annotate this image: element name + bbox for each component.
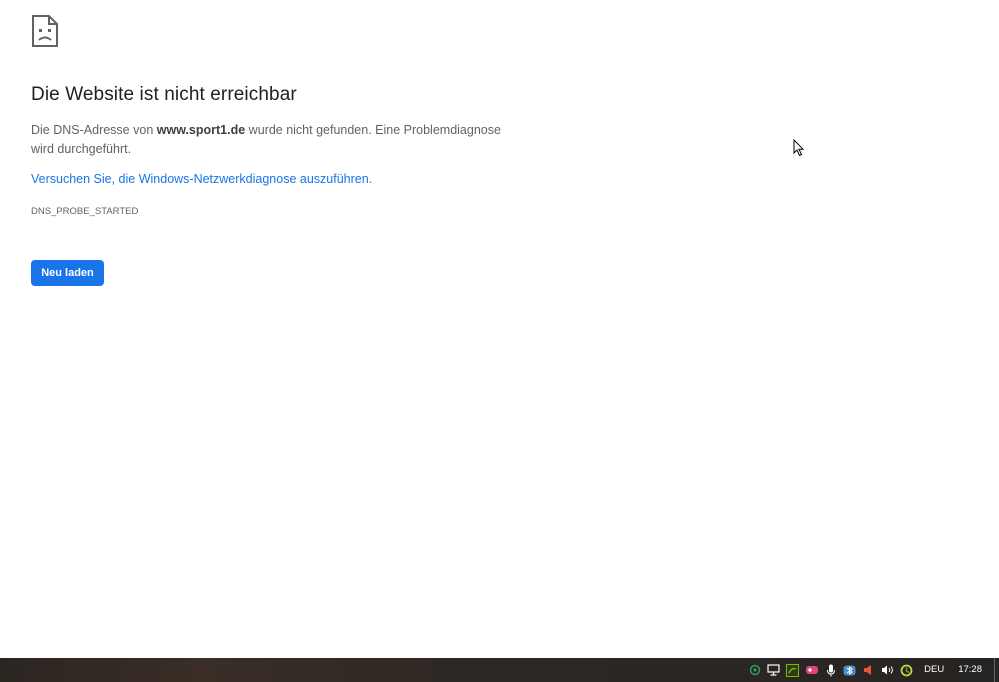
bluetooth-icon[interactable] xyxy=(840,658,859,682)
reload-button[interactable]: Neu laden xyxy=(31,260,104,286)
page-title: Die Website ist nicht erreichbar xyxy=(31,84,297,105)
sad-page-icon xyxy=(32,15,58,47)
update-icon[interactable] xyxy=(897,658,916,682)
app-pink-icon[interactable] xyxy=(802,658,821,682)
mouse-cursor-icon xyxy=(793,139,805,157)
error-code: DNS_PROBE_STARTED xyxy=(31,206,139,217)
domain-name: www.sport1.de xyxy=(156,123,246,137)
network-diagnose-link[interactable]: Versuchen Sie, die Windows-Netzwerkdiagn… xyxy=(31,172,372,186)
error-description: Die DNS-Adresse von www.sport1.de wurde … xyxy=(31,121,511,159)
nvidia-icon[interactable] xyxy=(783,658,802,682)
show-desktop-button[interactable] xyxy=(994,658,999,682)
system-tray: DEU 17:28 xyxy=(745,658,999,682)
error-page: Die Website ist nicht erreichbar Die DNS… xyxy=(0,0,999,658)
clock[interactable]: 17:28 xyxy=(952,658,992,682)
input-language[interactable]: DEU xyxy=(916,658,952,682)
network-status-icon[interactable] xyxy=(745,658,764,682)
taskbar: DEU 17:28 xyxy=(0,658,999,682)
speaker-warning-icon[interactable] xyxy=(859,658,878,682)
volume-icon[interactable] xyxy=(878,658,897,682)
display-icon[interactable] xyxy=(764,658,783,682)
desc-prefix: Die DNS-Adresse von xyxy=(31,123,157,137)
microphone-icon[interactable] xyxy=(821,658,840,682)
